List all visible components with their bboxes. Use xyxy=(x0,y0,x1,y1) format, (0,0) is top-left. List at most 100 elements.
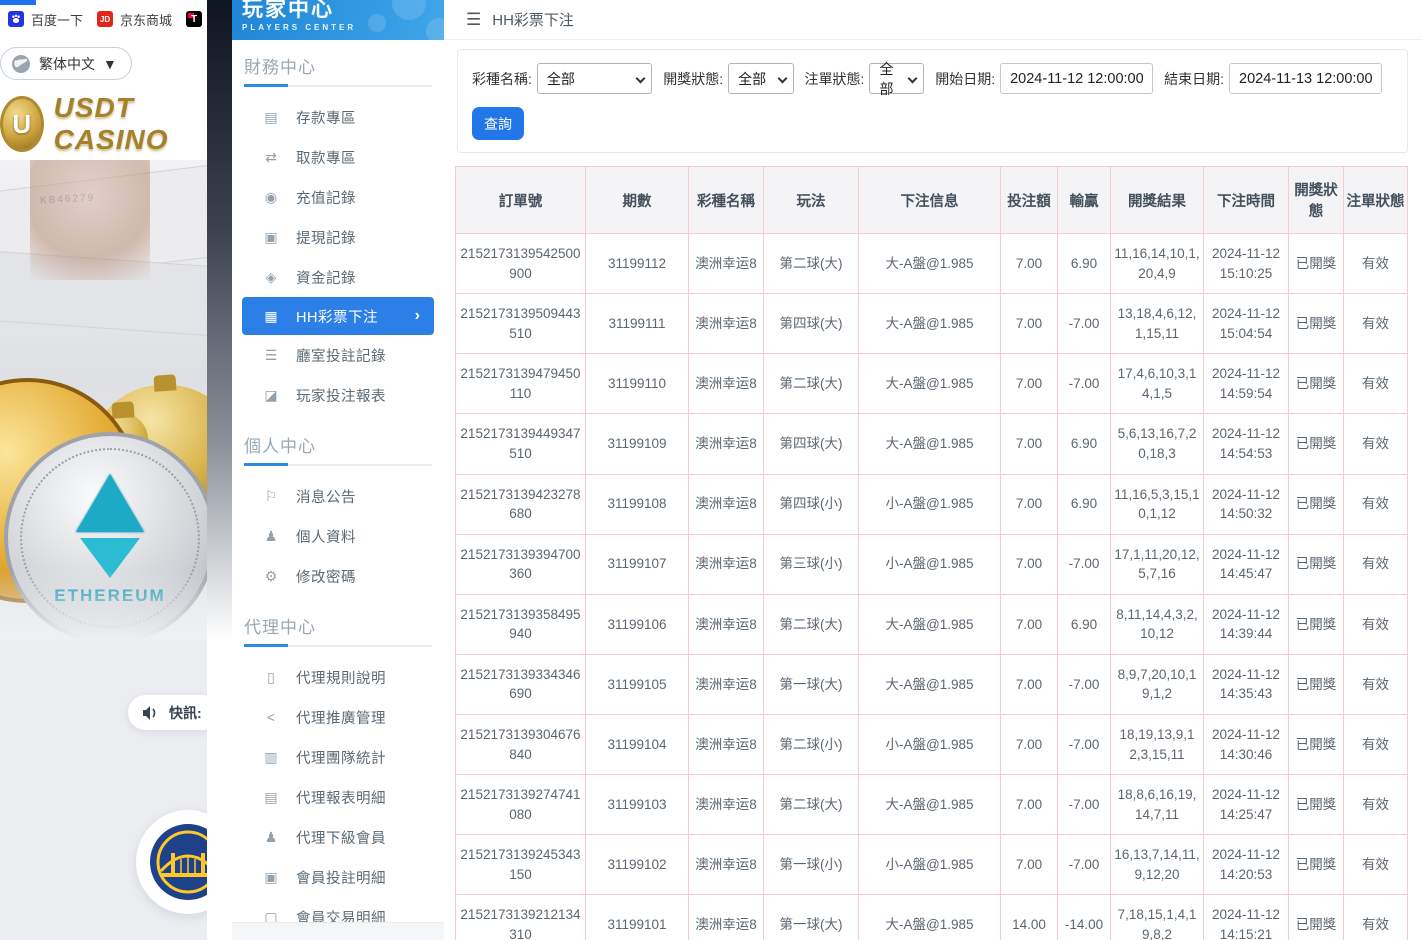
language-selector[interactable]: 繁体中文 ▼ xyxy=(0,47,132,80)
table-cell: 2152173139274741080 xyxy=(456,775,586,835)
column-header: 下注時間 xyxy=(1204,167,1289,234)
table-cell: 6.90 xyxy=(1058,474,1111,534)
table-cell: 澳洲幸运8 xyxy=(689,895,764,940)
draw-status-select[interactable]: 全部 xyxy=(728,63,793,94)
table-cell: 2024-11-12 15:04:54 xyxy=(1204,294,1289,354)
sidebar-item-label: 資金記錄 xyxy=(296,267,356,288)
table-cell: 5,6,13,16,7,20,18,3 xyxy=(1111,414,1204,474)
bookmark-baidu[interactable]: 百度一下 xyxy=(8,10,83,29)
speaker-icon xyxy=(142,705,160,721)
table-cell: 14.00 xyxy=(1001,895,1058,940)
table-cell: 2024-11-12 14:30:46 xyxy=(1204,715,1289,775)
sidebar-footer xyxy=(232,922,444,940)
agent-report-icon: ▤ xyxy=(262,789,280,806)
column-header: 玩法 xyxy=(764,167,859,234)
table-cell: 已開獎 xyxy=(1289,775,1344,835)
table-cell: 大-A盤@1.985 xyxy=(859,654,1001,714)
column-header: 彩種名稱 xyxy=(689,167,764,234)
table-cell: 31199105 xyxy=(586,654,689,714)
table-cell: 31199112 xyxy=(586,234,689,294)
table-cell: 31199111 xyxy=(586,294,689,354)
sidebar-item-agent-report[interactable]: ▤代理報表明細 xyxy=(232,777,444,817)
sidebar-item-label: 取款專區 xyxy=(296,147,356,168)
table-cell: 6.90 xyxy=(1058,594,1111,654)
table-cell: 第四球(大) xyxy=(764,414,859,474)
sidebar-item-withdraw[interactable]: ⇄取款專區 xyxy=(232,137,444,177)
chevron-down-icon xyxy=(636,74,646,84)
sidebar-item-agent-members[interactable]: ♟代理下級會員 xyxy=(232,817,444,857)
table-cell: 大-A盤@1.985 xyxy=(859,354,1001,414)
sidebar-item-password[interactable]: ⚙修改密碼 xyxy=(232,556,444,596)
bookmarks-bar: 百度一下 JD 京东商城 T 天猫 xyxy=(0,6,207,32)
sidebar-item-recharge-record[interactable]: ◉充值記錄 xyxy=(232,177,444,217)
sidebar-item-agent-promo[interactable]: <代理推廣管理 xyxy=(232,697,444,737)
table-cell: 17,1,11,20,12,5,7,16 xyxy=(1111,534,1204,594)
search-button[interactable]: 查詢 xyxy=(472,107,524,140)
sidebar-item-deposit[interactable]: ▤存款專區 xyxy=(232,97,444,137)
table-cell: -7.00 xyxy=(1058,294,1111,354)
sidebar: 玩家中心 PLAYERS CENTER 財務中心▤存款專區⇄取款專區◉充值記錄▣… xyxy=(232,0,444,940)
table-cell: -14.00 xyxy=(1058,895,1111,940)
table-cell: 2152173139394700360 xyxy=(456,534,586,594)
table-row: 215217313933434669031199105澳洲幸运8第一球(大)大-… xyxy=(456,654,1408,714)
table-cell: 2152173139334346690 xyxy=(456,654,586,714)
table-row: 215217313944934751031199109澳洲幸运8第四球(大)大-… xyxy=(456,414,1408,474)
sidebar-item-funds-record[interactable]: ◈資金記錄 xyxy=(232,257,444,297)
table-cell: 第二球(大) xyxy=(764,354,859,414)
table-cell: 16,13,7,14,11,9,12,20 xyxy=(1111,835,1204,895)
table-cell: 2024-11-12 14:25:47 xyxy=(1204,775,1289,835)
site-logo: U USDT CASINO xyxy=(0,92,207,156)
end-date-input[interactable] xyxy=(1229,63,1382,94)
table-cell: 大-A盤@1.985 xyxy=(859,294,1001,354)
table-row: 215217313950944351031199111澳洲幸运8第四球(大)大-… xyxy=(456,294,1408,354)
agent-rules-icon: ▯ xyxy=(262,669,280,686)
order-status-select[interactable]: 全部 xyxy=(869,63,924,94)
section-underline xyxy=(244,85,432,87)
logo-coin-icon: U xyxy=(0,96,44,152)
table-cell: 有效 xyxy=(1344,895,1408,940)
hamburger-menu-icon[interactable]: ☰ xyxy=(466,10,481,30)
table-cell: 2152173139245343150 xyxy=(456,835,586,895)
end-date-label: 結束日期: xyxy=(1164,69,1224,89)
table-cell: 7.00 xyxy=(1001,594,1058,654)
start-date-input[interactable] xyxy=(1000,63,1153,94)
table-cell: 大-A盤@1.985 xyxy=(859,775,1001,835)
bookmark-tmall[interactable]: T 天猫 xyxy=(186,10,207,29)
table-cell: 澳洲幸运8 xyxy=(689,594,764,654)
member-bet-icon: ▣ xyxy=(262,869,280,886)
table-cell: 大-A盤@1.985 xyxy=(859,414,1001,474)
jd-favicon: JD xyxy=(97,11,113,27)
bookmark-jd[interactable]: JD 京东商城 xyxy=(97,10,172,29)
sidebar-item-hall-bet-record[interactable]: ☰廳室投註記錄 xyxy=(232,335,444,375)
table-cell: 有效 xyxy=(1344,835,1408,895)
deposit-icon: ▤ xyxy=(262,109,280,126)
sidebar-item-label: 代理規則說明 xyxy=(296,667,386,688)
table-row: 215217313942327868031199108澳洲幸运8第四球(小)小-… xyxy=(456,474,1408,534)
sidebar-item-member-bet[interactable]: ▣會員投註明細 xyxy=(232,857,444,897)
table-cell: 2152173139423278680 xyxy=(456,474,586,534)
draw-status-label: 開獎狀態: xyxy=(663,69,723,89)
sidebar-item-announcement[interactable]: ⚐消息公告 xyxy=(232,476,444,516)
table-cell: 18,19,13,9,12,3,15,11 xyxy=(1111,715,1204,775)
news-ticker[interactable]: 快訊: xyxy=(128,695,207,730)
sidebar-item-agent-rules[interactable]: ▯ 代理規則說明 xyxy=(232,657,444,697)
table-cell: 有效 xyxy=(1344,775,1408,835)
column-header: 注單狀態 xyxy=(1344,167,1408,234)
table-cell: -7.00 xyxy=(1058,354,1111,414)
table-cell: 有效 xyxy=(1344,594,1408,654)
table-cell: 有效 xyxy=(1344,474,1408,534)
sidebar-item-player-report[interactable]: ◪玩家投注報表 xyxy=(232,375,444,415)
sidebar-item-profile[interactable]: ♟個人資料 xyxy=(232,516,444,556)
table-cell: 澳洲幸运8 xyxy=(689,414,764,474)
sidebar-item-lottery-bet[interactable]: ▦HH彩票下注› xyxy=(242,297,434,335)
table-cell: 小-A盤@1.985 xyxy=(859,474,1001,534)
lottery-name-select[interactable]: 全部 xyxy=(537,63,652,94)
baidu-favicon xyxy=(8,11,24,27)
table-cell: 第二球(大) xyxy=(764,594,859,654)
table-row: 215217313924534315031199102澳洲幸运8第一球(小)小-… xyxy=(456,835,1408,895)
table-cell: 有效 xyxy=(1344,234,1408,294)
table-cell: 已開獎 xyxy=(1289,294,1344,354)
table-cell: 小-A盤@1.985 xyxy=(859,835,1001,895)
sidebar-item-agent-team[interactable]: ▥代理團隊統計 xyxy=(232,737,444,777)
sidebar-item-withdrawal-record[interactable]: ▣提現記錄 xyxy=(232,217,444,257)
